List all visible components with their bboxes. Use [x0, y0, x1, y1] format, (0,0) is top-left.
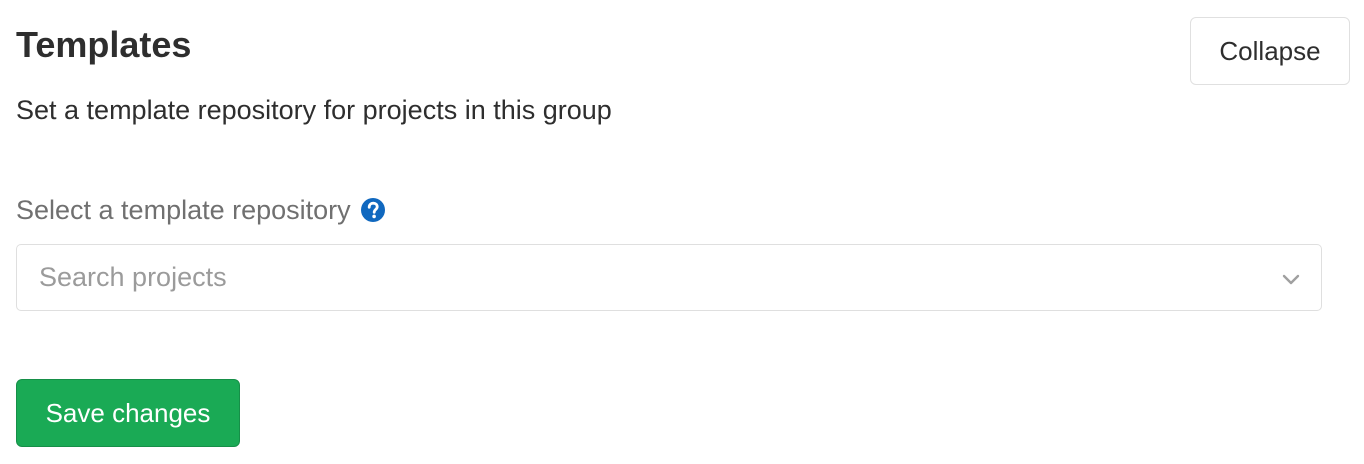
template-field-label: Select a template repository [16, 195, 351, 225]
section-title: Templates [16, 24, 192, 65]
search-projects-placeholder: Search projects [39, 262, 227, 292]
templates-settings-section: Templates Collapse Set a template reposi… [0, 0, 1364, 464]
chevron-down-icon [1281, 269, 1301, 289]
template-repository-select[interactable]: Search projects [16, 244, 1322, 311]
collapse-button[interactable]: Collapse [1190, 17, 1350, 85]
question-circle-icon[interactable] [360, 197, 386, 223]
section-description: Set a template repository for projects i… [16, 95, 612, 125]
template-field-label-row: Select a template repository [16, 190, 386, 230]
save-changes-button[interactable]: Save changes [16, 379, 240, 447]
